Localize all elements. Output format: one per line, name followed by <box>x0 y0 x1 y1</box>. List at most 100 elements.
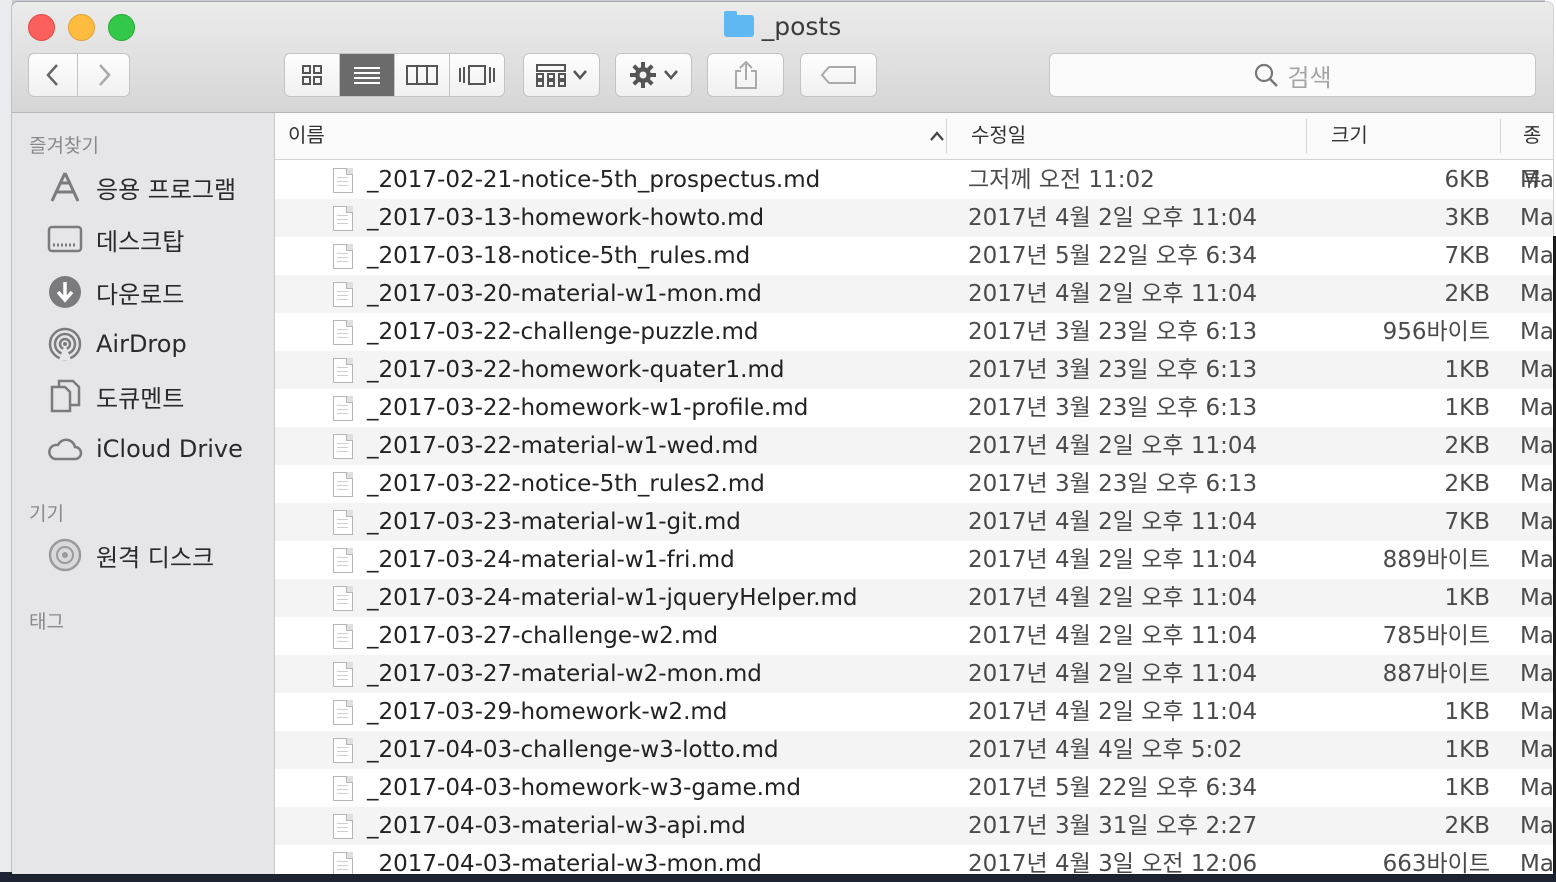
file-row[interactable]: _2017-04-03-challenge-w3-lotto.md 2017년 4… <box>275 731 1553 769</box>
icon-view-button[interactable] <box>285 54 340 96</box>
file-modified-date: 2017년 4월 2일 오후 11:04 <box>968 281 1258 307</box>
column-header-modified[interactable]: 수정일 <box>971 113 1026 159</box>
column-header-kind[interactable]: 종류 <box>1523 113 1553 191</box>
file-size: 1KB <box>1444 395 1491 421</box>
file-size: 2KB <box>1444 813 1491 839</box>
file-size: 3KB <box>1444 205 1491 231</box>
file-row[interactable]: _2017-03-27-challenge-w2.md 2017년 4월 2일 오… <box>275 617 1553 655</box>
markdown-file-icon <box>333 548 353 573</box>
file-row[interactable]: _2017-04-03-homework-w3-game.md 2017년 5월 … <box>275 769 1553 807</box>
action-button[interactable] <box>615 53 692 97</box>
markdown-file-icon <box>333 776 353 801</box>
sidebar-item-icloud-drive[interactable]: iCloud Drive <box>46 427 243 471</box>
file-row[interactable]: _2017-03-20-material-w1-mon.md 2017년 4월 2… <box>275 275 1553 313</box>
share-button[interactable] <box>707 53 784 97</box>
sidebar-item-documents[interactable]: 도큐멘트 <box>46 374 184 418</box>
file-kind: Ma <box>1520 813 1553 839</box>
file-modified-date: 2017년 4월 2일 오후 11:04 <box>968 585 1258 611</box>
file-modified-date: 2017년 4월 2일 오후 11:04 <box>968 623 1258 649</box>
column-separator[interactable] <box>1500 119 1501 153</box>
file-row[interactable]: _2017-03-24-material-w1-jqueryHelper.md 2… <box>275 579 1553 617</box>
view-mode-control <box>284 53 505 97</box>
column-separator[interactable] <box>1306 119 1307 153</box>
file-row[interactable]: _2017-03-22-homework-w1-profile.md 2017년 … <box>275 389 1553 427</box>
file-name: _2017-04-03-homework-w3-game.md <box>367 775 801 801</box>
chevron-down-icon <box>572 70 587 80</box>
file-row[interactable]: _2017-03-24-material-w1-fri.md 2017년 4월 2… <box>275 541 1553 579</box>
sidebar-item-label: 다운로드 <box>96 280 185 309</box>
file-row[interactable]: _2017-03-27-material-w2-mon.md 2017년 4월 2… <box>275 655 1553 693</box>
file-row[interactable]: _2017-04-03-material-w3-api.md 2017년 3월 3… <box>275 807 1553 845</box>
file-kind: Ma <box>1520 699 1553 725</box>
file-name: _2017-03-27-material-w2-mon.md <box>367 661 762 687</box>
sidebar-item-label: AirDrop <box>96 330 187 358</box>
column-separator[interactable] <box>946 119 947 153</box>
file-kind: Ma <box>1520 585 1553 611</box>
airdrop-icon <box>46 325 84 363</box>
file-row[interactable]: _2017-03-29-homework-w2.md 2017년 4월 2일 오후… <box>275 693 1553 731</box>
file-kind: Ma <box>1520 395 1553 421</box>
file-kind: Ma <box>1520 281 1553 307</box>
file-name: _2017-03-22-homework-w1-profile.md <box>367 395 809 421</box>
search-placeholder: 검색 <box>1287 63 1332 92</box>
file-row[interactable]: _2017-03-22-homework-quater1.md 2017년 3월 … <box>275 351 1553 389</box>
file-row[interactable]: _2017-03-18-notice-5th_rules.md 2017년 5월 … <box>275 237 1553 275</box>
forward-button[interactable] <box>78 53 130 97</box>
file-size: 7KB <box>1444 243 1491 269</box>
file-modified-date: 2017년 5월 22일 오후 6:34 <box>968 243 1258 269</box>
file-modified-date: 2017년 3월 23일 오후 6:13 <box>968 319 1258 345</box>
search-field[interactable]: 검색 <box>1049 53 1536 97</box>
sidebar-item-applications[interactable]: 응용 프로그램 <box>46 165 236 209</box>
file-modified-date: 2017년 3월 23일 오후 6:13 <box>968 471 1258 497</box>
file-modified-date: 2017년 4월 2일 오후 11:04 <box>968 547 1258 573</box>
list-view-button[interactable] <box>340 54 395 96</box>
markdown-file-icon <box>333 624 353 649</box>
file-size: 889바이트 <box>1382 547 1490 573</box>
tags-header: 태그 <box>29 611 64 633</box>
icloud-icon <box>46 430 84 468</box>
file-kind: Ma <box>1520 775 1553 801</box>
file-size: 887바이트 <box>1382 661 1490 687</box>
file-modified-date: 2017년 4월 3일 오전 12:06 <box>968 851 1258 874</box>
file-size: 1KB <box>1444 737 1491 763</box>
tags-button[interactable] <box>800 53 877 97</box>
file-modified-date: 2017년 3월 31일 오후 2:27 <box>968 813 1258 839</box>
markdown-file-icon <box>333 244 353 269</box>
file-row[interactable]: _2017-03-22-notice-5th_rules2.md 2017년 3월… <box>275 465 1553 503</box>
file-modified-date: 2017년 4월 2일 오후 11:04 <box>968 433 1258 459</box>
list-view-icon <box>354 67 380 84</box>
file-kind: Ma <box>1520 737 1553 763</box>
cover-flow-button[interactable] <box>450 54 504 96</box>
file-name: _2017-04-03-material-w3-mon.md <box>367 851 762 874</box>
sidebar-item-remote-disc[interactable]: 원격 디스크 <box>46 533 214 577</box>
file-size: 6KB <box>1444 167 1491 193</box>
documents-icon <box>46 377 84 415</box>
file-row[interactable]: _2017-03-23-material-w1-git.md 2017년 4월 2… <box>275 503 1553 541</box>
column-view-button[interactable] <box>395 54 450 96</box>
file-modified-date: 2017년 4월 4일 오후 5:02 <box>968 737 1243 763</box>
sidebar-item-desktop[interactable]: 데스크탑 <box>46 217 184 261</box>
downloads-icon <box>46 273 84 311</box>
sidebar-item-downloads[interactable]: 다운로드 <box>46 270 184 314</box>
window-title: _posts <box>12 11 1553 41</box>
file-modified-date: 그저께 오전 11:02 <box>968 167 1155 193</box>
file-row[interactable]: _2017-03-22-material-w1-wed.md 2017년 4월 2… <box>275 427 1553 465</box>
file-row[interactable]: _2017-03-22-challenge-puzzle.md 2017년 3월 … <box>275 313 1553 351</box>
remote-disc-icon <box>46 536 84 574</box>
file-row[interactable]: _2017-04-03-material-w3-mon.md 2017년 4월 3… <box>275 845 1553 874</box>
sidebar-item-airdrop[interactable]: AirDrop <box>46 322 187 366</box>
sidebar-item-label: 응용 프로그램 <box>96 175 237 204</box>
file-kind: Ma <box>1520 243 1553 269</box>
file-row[interactable]: _2017-03-13-homework-howto.md 2017년 4월 2일… <box>275 199 1553 237</box>
markdown-file-icon <box>333 852 353 874</box>
column-header-name[interactable]: 이름 <box>288 113 944 159</box>
markdown-file-icon <box>333 586 353 611</box>
file-row[interactable]: _2017-02-21-notice-5th_prospectus.md 그저께 … <box>275 161 1553 199</box>
arrange-button[interactable] <box>523 53 600 97</box>
back-button[interactable] <box>28 53 78 97</box>
favorites-header: 즐겨찾기 <box>29 135 99 157</box>
file-rows: _2017-02-21-notice-5th_prospectus.md 그저께 … <box>275 161 1553 874</box>
column-header: 이름 수정일 크기 종류 <box>275 113 1553 191</box>
column-header-size[interactable]: 크기 <box>1331 113 1368 159</box>
markdown-file-icon <box>333 206 353 231</box>
